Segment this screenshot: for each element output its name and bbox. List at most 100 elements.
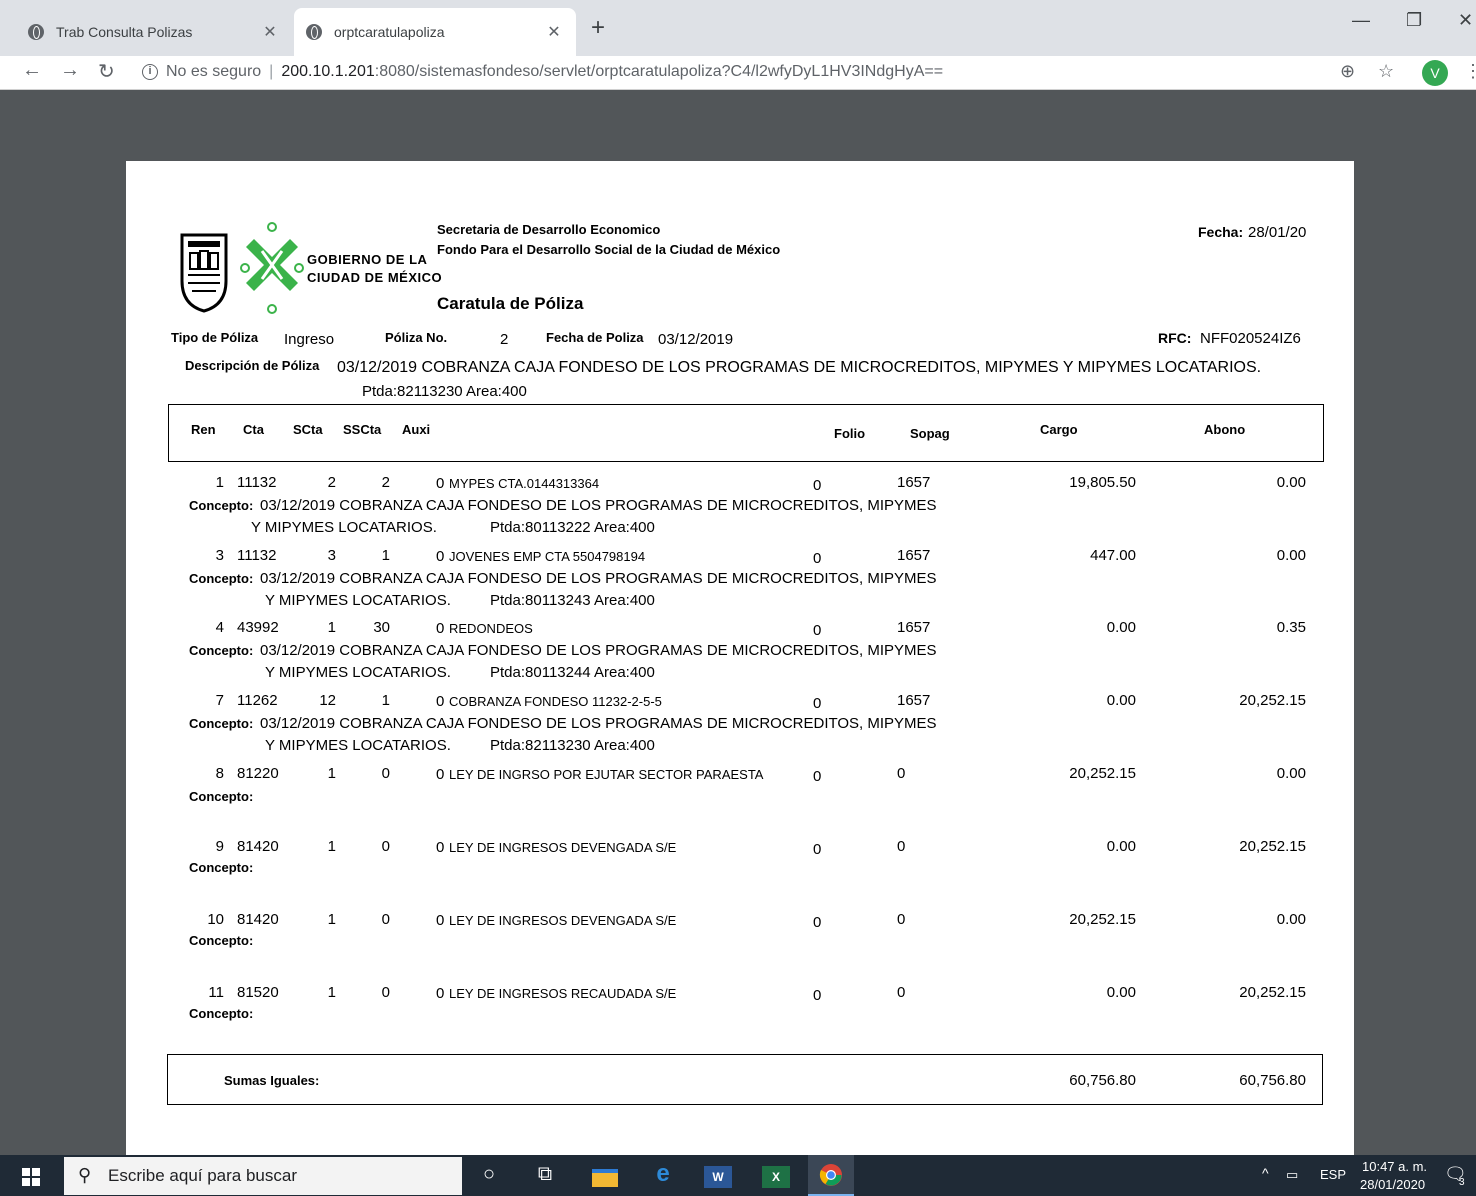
row-folio: 0	[813, 987, 822, 1004]
address-bar[interactable]: i No es seguro | 200.10.1.201:8080/siste…	[132, 57, 1372, 87]
concepto-label: Concepto:	[189, 860, 254, 875]
close-icon[interactable]: ✕	[260, 22, 280, 42]
forward-arrow-icon[interactable]: →	[60, 59, 80, 82]
row-auxi: 0	[436, 985, 445, 1002]
bookmark-star-icon[interactable]: ☆	[1378, 61, 1394, 82]
row-desc: LEY DE INGRESOS RECAUDADA S/E	[449, 986, 677, 1001]
taskbar: ⚲ Escribe aquí para buscar ○ ⧉ e W X ^ ▭…	[0, 1155, 1476, 1196]
row-folio: 0	[813, 622, 822, 639]
row-auxi: 0	[436, 620, 445, 637]
table-row: 4 43992 1 30 0 REDONDEOS 0 1657 0.00 0.3…	[126, 619, 1354, 692]
separator: |	[269, 63, 274, 80]
row-sscta: 1	[381, 547, 390, 564]
table-row: 10 81420 1 0 0 LEY DE INGRESOS DEVENGADA…	[126, 911, 1354, 984]
taskbar-search-input[interactable]: ⚲ Escribe aquí para buscar	[64, 1157, 462, 1195]
tab-orptcaratulapoliza[interactable]: orptcaratulapoliza ✕	[294, 8, 576, 56]
word-icon[interactable]: W	[704, 1166, 732, 1188]
tab-trab-consulta-polizas[interactable]: Trab Consulta Polizas ✕	[16, 8, 292, 56]
concepto-label: Concepto:	[189, 716, 254, 731]
concepto-label: Concepto:	[189, 498, 254, 513]
row-cta: 43992	[237, 619, 279, 636]
minimize-icon[interactable]: —	[1352, 10, 1370, 31]
reload-icon[interactable]: ↻	[98, 59, 115, 84]
url-host: 200.10.1.201	[281, 63, 375, 80]
tray-chevron-icon[interactable]: ^	[1262, 1165, 1269, 1181]
zoom-icon[interactable]: ⊕	[1340, 61, 1355, 82]
new-tab-button[interactable]: +	[585, 14, 611, 42]
row-ren: 1	[215, 474, 224, 491]
row-auxi: 0	[436, 839, 445, 856]
row-desc: LEY DE INGRESOS DEVENGADA S/E	[449, 913, 677, 928]
table-header: Ren Cta SCta SSCta Auxi Folio Sopag Carg…	[168, 404, 1324, 462]
rfc-value: NFF020524IZ6	[1200, 330, 1301, 347]
row-sopag: 1657	[897, 692, 931, 709]
language-indicator[interactable]: ESP	[1320, 1167, 1346, 1182]
excel-icon[interactable]: X	[762, 1166, 790, 1188]
row-desc: JOVENES EMP CTA 5504798194	[449, 549, 646, 564]
row-desc: COBRANZA FONDESO 11232-2-5-5	[449, 694, 662, 709]
row-sopag: 0	[897, 765, 906, 782]
windows-start-icon[interactable]	[22, 1168, 40, 1186]
concepto-line2: Y MIPYMES LOCATARIOS.	[265, 737, 451, 754]
row-sopag: 0	[897, 911, 906, 928]
cortana-icon[interactable]: ○	[474, 1163, 504, 1186]
row-abono: 20,252.15	[1239, 692, 1306, 709]
col-abono: Abono	[1204, 422, 1246, 437]
concepto-ptda: Ptda:80113222 Area:400	[490, 519, 655, 536]
row-scta: 1	[327, 984, 336, 1001]
row-folio: 0	[813, 914, 822, 931]
table-row: 8 81220 1 0 0 LEY DE INGRSO POR EJUTAR S…	[126, 765, 1354, 838]
clock-date[interactable]: 28/01/2020	[1360, 1177, 1425, 1192]
network-icon[interactable]: ▭	[1286, 1167, 1298, 1183]
row-desc: MYPES CTA.0144313364	[449, 476, 600, 491]
rfc-label: RFC:	[1158, 330, 1192, 346]
tipo-poliza-label: Tipo de Póliza	[171, 330, 259, 345]
row-folio: 0	[813, 695, 822, 712]
fecha-label: Fecha:	[1198, 224, 1244, 240]
globe-icon	[306, 24, 322, 40]
row-auxi: 0	[436, 475, 445, 492]
row-cta: 81220	[237, 765, 279, 782]
col-ren: Ren	[191, 422, 216, 437]
row-cargo: 447.00	[1090, 547, 1136, 564]
row-ren: 7	[215, 692, 224, 709]
task-view-icon[interactable]: ⧉	[530, 1163, 560, 1186]
row-ren: 11	[208, 984, 224, 1001]
concepto-ptda: Ptda:80113244 Area:400	[490, 664, 655, 681]
edge-icon[interactable]: e	[648, 1160, 678, 1188]
row-sscta: 0	[381, 765, 390, 782]
row-cta: 11262	[237, 692, 278, 709]
file-explorer-icon[interactable]	[592, 1169, 618, 1187]
row-sscta: 30	[373, 619, 390, 636]
restore-icon[interactable]: ❐	[1406, 10, 1422, 31]
org-line2: Fondo Para el Desarrollo Social de la Ci…	[437, 242, 781, 257]
close-icon[interactable]: ✕	[544, 22, 564, 42]
window-close-icon[interactable]: ✕	[1458, 10, 1473, 31]
clock-time[interactable]: 10:47 a. m.	[1362, 1159, 1427, 1174]
table-row: 1 11132 2 2 0 MYPES CTA.0144313364 0 165…	[126, 474, 1354, 547]
browser-tab-bar: Trab Consulta Polizas ✕ orptcaratulapoli…	[0, 0, 1476, 56]
row-ren: 4	[215, 619, 224, 636]
row-scta: 1	[327, 838, 336, 855]
concepto-line1: 03/12/2019 COBRANZA CAJA FONDESO DE LOS …	[260, 497, 937, 514]
row-cargo: 0.00	[1106, 692, 1136, 709]
row-sscta: 0	[381, 838, 390, 855]
profile-avatar[interactable]: V	[1422, 60, 1448, 86]
row-sopag: 1657	[897, 619, 931, 636]
concepto-label: Concepto:	[189, 789, 254, 804]
col-cta: Cta	[243, 422, 264, 437]
menu-dots-icon[interactable]: ⋮	[1464, 61, 1476, 82]
table-row: 7 11262 12 1 0 COBRANZA FONDESO 11232-2-…	[126, 692, 1354, 765]
concepto-label: Concepto:	[189, 933, 254, 948]
row-sscta: 0	[381, 984, 390, 1001]
chrome-taskbar-button[interactable]	[808, 1155, 854, 1196]
info-icon[interactable]: i	[142, 64, 158, 80]
row-desc: REDONDEOS	[449, 621, 533, 636]
row-desc: LEY DE INGRESOS DEVENGADA S/E	[449, 840, 677, 855]
row-ren: 8	[215, 765, 224, 782]
back-arrow-icon[interactable]: ←	[22, 59, 42, 82]
fecha-poliza-value: 03/12/2019	[658, 331, 734, 348]
concepto-line1: 03/12/2019 COBRANZA CAJA FONDESO DE LOS …	[260, 715, 937, 732]
table-row: 9 81420 1 0 0 LEY DE INGRESOS DEVENGADA …	[126, 838, 1354, 911]
row-cargo: 0.00	[1106, 984, 1136, 1001]
